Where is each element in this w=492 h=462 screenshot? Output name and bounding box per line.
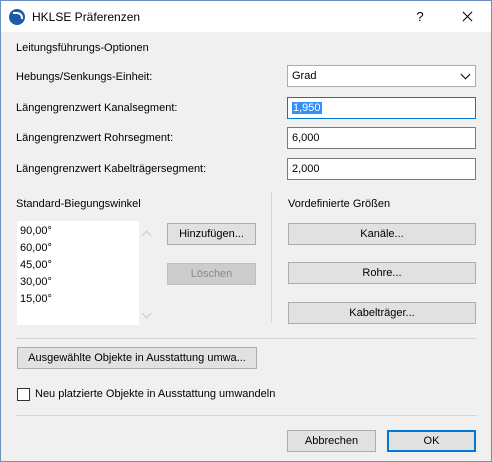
list-item[interactable]: 30,00° xyxy=(20,274,52,291)
help-button[interactable]: ? xyxy=(405,5,435,29)
list-item[interactable]: 90,00° xyxy=(20,223,52,240)
divider xyxy=(16,415,477,416)
predefined-sizes-title: Vordefinierte Größen xyxy=(288,198,391,210)
cable-trays-button[interactable]: Kabelträger... xyxy=(288,302,476,324)
scroll-up-icon[interactable] xyxy=(141,230,152,241)
vertical-divider xyxy=(271,192,272,323)
unit-label: Hebungs/Senkungs-Einheit: xyxy=(16,71,153,83)
pipe-length-label: Längengrenzwert Rohrsegment: xyxy=(16,132,174,144)
bend-angles-title: Standard-Biegungswinkel xyxy=(16,198,141,210)
duct-length-value: 1,950 xyxy=(292,102,322,114)
tray-length-value: 2,000 xyxy=(292,163,320,175)
cancel-button[interactable]: Abbrechen xyxy=(287,430,376,452)
section-title: Leitungsführungs-Optionen xyxy=(16,42,149,54)
unit-select-value: Grad xyxy=(292,70,317,82)
auto-convert-label[interactable]: Neu platzierte Objekte in Ausstattung um… xyxy=(35,388,275,400)
close-icon[interactable] xyxy=(449,5,485,29)
pipe-length-value: 6,000 xyxy=(292,132,320,144)
ducts-button[interactable]: Kanäle... xyxy=(288,223,476,245)
scroll-down-icon[interactable] xyxy=(141,308,152,319)
auto-convert-checkbox[interactable] xyxy=(17,388,30,401)
window-title: HKLSE Präferenzen xyxy=(32,10,141,24)
preferences-dialog: HKLSE Präferenzen ? Leitungsführungs-Opt… xyxy=(0,0,492,462)
duct-length-input[interactable]: 1,950 xyxy=(287,97,476,119)
app-logo-icon xyxy=(9,9,25,25)
add-angle-button[interactable]: Hinzufügen... xyxy=(167,223,256,245)
chevron-down-icon xyxy=(460,69,471,80)
tray-length-label: Längengrenzwert Kabelträgersegment: xyxy=(16,163,207,175)
pipes-button[interactable]: Rohre... xyxy=(288,262,476,284)
unit-select[interactable]: Grad xyxy=(287,65,476,87)
list-item[interactable]: 45,00° xyxy=(20,257,52,274)
list-item[interactable]: 15,00° xyxy=(20,291,52,308)
list-item[interactable]: 60,00° xyxy=(20,240,52,257)
bend-angles-list[interactable]: 90,00° 60,00° 45,00° 30,00° 15,00° xyxy=(17,221,139,325)
divider xyxy=(16,338,477,339)
ok-button[interactable]: OK xyxy=(387,430,476,452)
duct-length-label: Längengrenzwert Kanalsegment: xyxy=(16,102,178,114)
pipe-length-input[interactable]: 6,000 xyxy=(287,127,476,149)
tray-length-input[interactable]: 2,000 xyxy=(287,158,476,180)
delete-angle-button[interactable]: Löschen xyxy=(167,263,256,285)
convert-selected-button[interactable]: Ausgewählte Objekte in Ausstattung umwa.… xyxy=(17,347,257,369)
title-bar: HKLSE Präferenzen ? xyxy=(1,1,491,32)
